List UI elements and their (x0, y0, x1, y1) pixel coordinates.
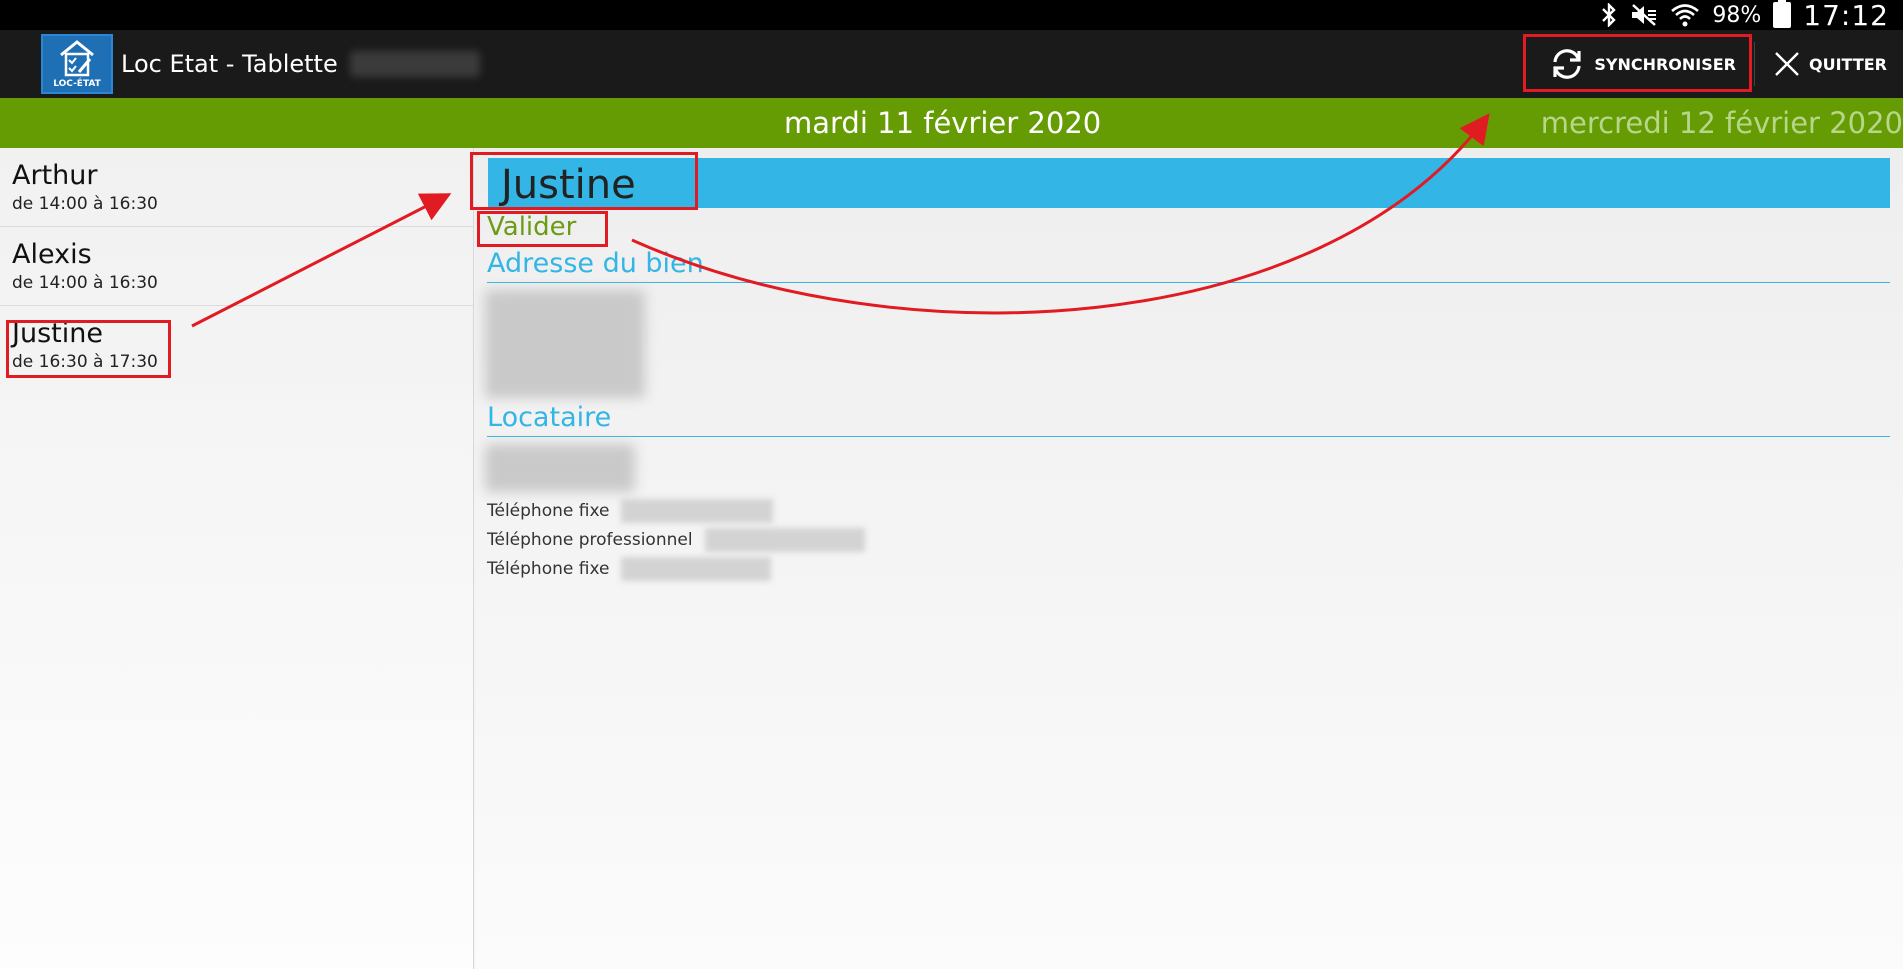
redacted-tenant (485, 444, 635, 492)
redacted-phone (621, 499, 774, 523)
date-strip: mardi 11 février 2020 mercredi 12 févrie… (0, 98, 1903, 148)
synchronize-button[interactable]: SYNCHRONISER (1530, 30, 1754, 98)
appointment-list: Arthur de 14:00 à 16:30 Alexis de 14:00 … (0, 148, 474, 969)
sync-icon (1553, 49, 1581, 79)
phone-label: Téléphone professionnel (487, 530, 693, 550)
phone-row-professional: Téléphone professionnel (487, 528, 865, 552)
clock: 17:12 (1803, 0, 1889, 32)
close-icon (1775, 52, 1799, 76)
phone-row-landline: Téléphone fixe (487, 499, 774, 523)
quit-label: QUITTER (1809, 54, 1887, 74)
appointment-time: de 14:00 à 16:30 (12, 194, 158, 214)
detail-panel: Justine Valider Adresse du bien Locatair… (475, 148, 1903, 969)
current-date[interactable]: mardi 11 février 2020 (784, 106, 1101, 140)
appointment-name: Justine (12, 318, 103, 349)
quit-button[interactable]: QUITTER (1755, 30, 1903, 98)
redacted-phone (704, 528, 865, 552)
list-item-alexis[interactable]: Alexis de 14:00 à 16:30 (0, 227, 473, 306)
phone-row-landline-2: Téléphone fixe (487, 557, 772, 581)
list-item-arthur[interactable]: Arthur de 14:00 à 16:30 (0, 148, 473, 227)
battery-percentage: 98% (1712, 2, 1762, 28)
status-bar: 98% 17:12 (0, 0, 1903, 32)
phone-label: Téléphone fixe (487, 559, 610, 579)
tenant-section-title: Locataire (487, 402, 1890, 437)
detail-name: Justine (501, 162, 636, 208)
battery-icon (1773, 0, 1792, 28)
app-title: Loc Etat - Tablette (121, 50, 338, 78)
synchronize-label: SYNCHRONISER (1594, 54, 1736, 74)
appointment-name: Alexis (12, 239, 92, 270)
bluetooth-icon (1600, 3, 1618, 27)
appointment-time: de 16:30 à 17:30 (12, 352, 158, 372)
phone-label: Téléphone fixe (487, 501, 610, 521)
action-bar: LOC-ÉTAT Loc Etat - Tablette SYNCHRONISE… (0, 30, 1903, 98)
detail-header: Justine (488, 158, 1890, 208)
logo-caption: LOC-ÉTAT (53, 79, 101, 89)
next-date[interactable]: mercredi 12 février 2020 (1541, 106, 1903, 140)
list-item-justine[interactable]: Justine de 16:30 à 17:30 (0, 306, 473, 385)
app-logo[interactable]: LOC-ÉTAT (41, 34, 113, 94)
wifi-icon (1670, 3, 1700, 27)
redacted-phone (621, 557, 772, 581)
appointment-name: Arthur (12, 160, 98, 191)
appointment-time: de 14:00 à 16:30 (12, 273, 158, 293)
address-section-title: Adresse du bien (487, 248, 1890, 283)
validate-button[interactable]: Valider (487, 212, 576, 242)
silent-icon (1630, 3, 1658, 27)
redacted-username (349, 51, 480, 77)
house-checklist-icon (60, 40, 94, 77)
redacted-address (485, 290, 645, 398)
